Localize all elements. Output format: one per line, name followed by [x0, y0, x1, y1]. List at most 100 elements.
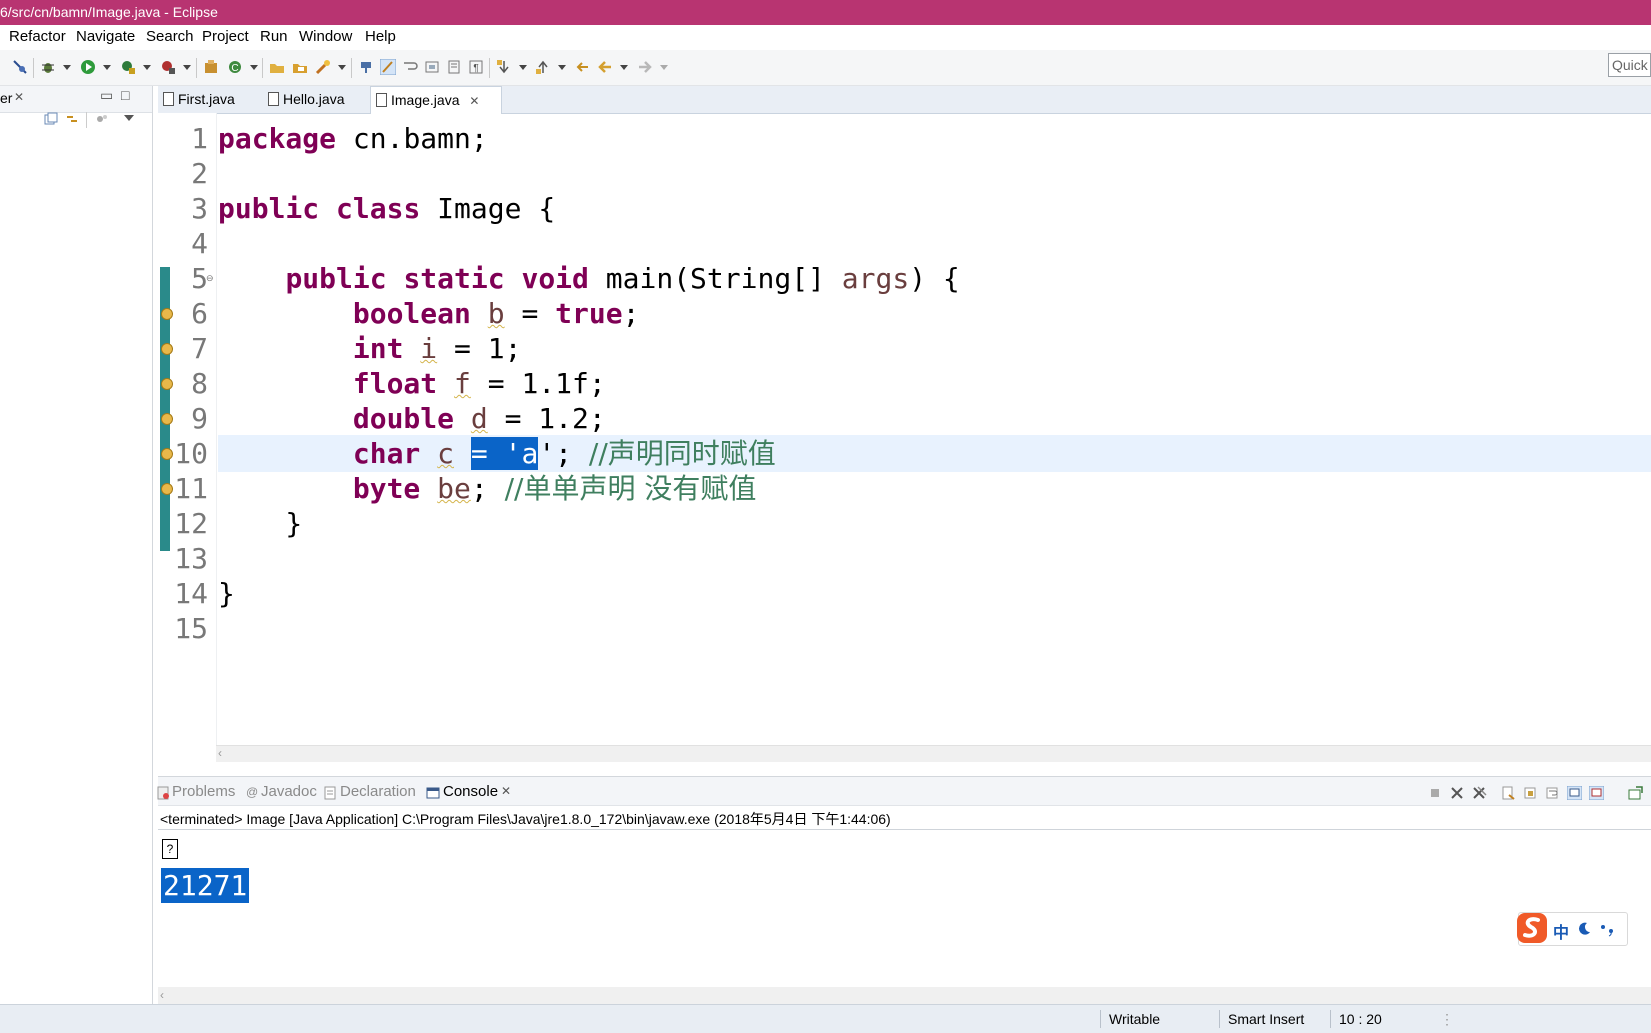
tab-javadoc[interactable]: Javadoc	[261, 783, 317, 800]
menu-project[interactable]: Project	[202, 28, 249, 45]
line-number: 15	[174, 612, 208, 645]
link-with-editor-icon[interactable]	[65, 112, 79, 126]
coverage-icon[interactable]	[120, 59, 136, 75]
fold-collapse-icon[interactable]: ⊖	[206, 273, 214, 284]
external-tools-icon[interactable]	[160, 59, 176, 75]
half-width-moon-icon[interactable]	[1576, 921, 1592, 937]
package-explorer-tab[interactable]: er	[0, 90, 12, 106]
editor-horizontal-scrollbar[interactable]: ‹	[216, 745, 1651, 762]
tab-problems[interactable]: Problems	[172, 783, 235, 800]
terminate-icon[interactable]	[1428, 786, 1443, 800]
sogou-logo-icon[interactable]	[1515, 911, 1549, 945]
next-annotation-dropdown-icon[interactable]	[519, 65, 527, 70]
quick-access-input[interactable]: Quick	[1608, 53, 1651, 77]
ime-mode-label[interactable]: 中	[1553, 919, 1569, 943]
debug-dropdown-icon[interactable]	[63, 65, 71, 70]
close-icon[interactable]: ✕	[14, 90, 24, 104]
code-text: = 1.2;	[487, 402, 606, 435]
menu-run[interactable]: Run	[260, 28, 288, 45]
forward-dropdown-icon[interactable]	[660, 65, 668, 70]
menu-search[interactable]: Search	[146, 28, 194, 45]
new-dropdown-icon[interactable]	[250, 65, 258, 70]
run-icon[interactable]	[80, 59, 96, 75]
problems-icon	[157, 786, 169, 800]
mark-occurrences-icon[interactable]	[380, 59, 396, 75]
next-annotation-icon[interactable]	[496, 59, 512, 75]
keyword: char	[352, 437, 421, 470]
editor-tab-image-java[interactable]: Image.java ✕	[370, 86, 502, 114]
keyword: void	[521, 262, 589, 295]
warning-icon[interactable]	[161, 308, 173, 320]
forward-icon[interactable]	[637, 59, 653, 75]
last-edit-location-icon[interactable]	[574, 59, 590, 75]
line-number: 9	[191, 402, 208, 435]
variable: i	[420, 332, 438, 365]
previous-annotation-dropdown-icon[interactable]	[558, 65, 566, 70]
menu-window[interactable]: Window	[299, 28, 352, 45]
search-tool-icon[interactable]	[315, 59, 331, 75]
menu-refactor[interactable]: Refactor	[9, 28, 66, 45]
warning-icon[interactable]	[161, 343, 173, 355]
show-whitespace-icon[interactable]	[446, 59, 462, 75]
variable: d	[470, 402, 488, 435]
warning-icon[interactable]	[161, 483, 173, 495]
view-menu-icon[interactable]	[124, 115, 134, 121]
menu-navigate[interactable]: Navigate	[76, 28, 135, 45]
skip-breakpoints-icon[interactable]	[12, 59, 28, 75]
editor-tab-hello-java[interactable]: Hello.java	[263, 86, 383, 113]
debug-icon[interactable]	[40, 59, 56, 75]
tab-declaration[interactable]: Declaration	[340, 783, 416, 800]
variable: c	[437, 437, 455, 470]
word-wrap-icon[interactable]	[402, 59, 418, 75]
block-selection-icon[interactable]	[424, 59, 440, 75]
open-task-icon[interactable]	[292, 59, 308, 75]
status-cursor-position[interactable]: 10 : 20	[1339, 1011, 1382, 1027]
toggle-ant-mark-icon[interactable]	[358, 59, 374, 75]
variable: be	[437, 472, 471, 505]
remove-all-terminated-icon[interactable]	[1472, 786, 1487, 800]
remove-launch-icon[interactable]	[1450, 786, 1465, 800]
status-insert-mode[interactable]: Smart Insert	[1228, 1011, 1304, 1027]
scroll-left-icon[interactable]: ‹	[160, 988, 164, 1002]
warning-icon[interactable]	[161, 448, 173, 460]
parameter: args	[841, 262, 910, 295]
previous-annotation-icon[interactable]	[535, 59, 551, 75]
back-icon[interactable]	[597, 59, 613, 75]
close-tab-icon[interactable]: ✕	[501, 784, 511, 798]
clear-console-icon[interactable]	[1501, 786, 1516, 800]
line-number: 7	[191, 332, 208, 365]
minimize-icon[interactable]: ▭	[100, 87, 113, 104]
punctuation-icon[interactable]	[1599, 921, 1619, 937]
maximize-icon[interactable]: □	[121, 87, 129, 103]
focus-task-icon[interactable]	[95, 112, 109, 126]
new-java-package-icon[interactable]	[203, 59, 219, 75]
open-console-icon[interactable]	[1628, 786, 1643, 800]
editor-tab-label: Image.java	[391, 92, 460, 108]
close-tab-icon[interactable]: ✕	[469, 88, 479, 115]
external-tools-dropdown-icon[interactable]	[183, 65, 191, 70]
new-java-class-icon[interactable]: C	[227, 59, 243, 75]
scroll-left-icon[interactable]: ‹	[218, 746, 222, 760]
scroll-lock-icon[interactable]	[1523, 786, 1538, 800]
code-area[interactable]: package cn.bamn; public class Image { pu…	[218, 113, 1651, 745]
console-horizontal-scrollbar[interactable]: ‹	[158, 987, 1651, 1005]
tab-console[interactable]: Console	[443, 783, 498, 800]
pilcrow-icon[interactable]: ¶	[468, 59, 484, 75]
search-dropdown-icon[interactable]	[338, 65, 346, 70]
back-dropdown-icon[interactable]	[620, 65, 628, 70]
status-writable: Writable	[1109, 1011, 1161, 1027]
warning-icon[interactable]	[161, 413, 173, 425]
open-type-icon[interactable]	[269, 59, 285, 75]
coverage-dropdown-icon[interactable]	[143, 65, 151, 70]
ime-toolbar[interactable]: 中	[1515, 911, 1628, 946]
show-console-on-output-icon[interactable]	[1567, 786, 1582, 800]
warning-icon[interactable]	[161, 378, 173, 390]
line-number: 1	[191, 122, 208, 155]
collapse-all-icon[interactable]	[44, 112, 58, 126]
editor-tab-first-java[interactable]: First.java	[158, 86, 276, 113]
show-console-on-error-icon[interactable]	[1589, 786, 1604, 800]
code-line: }	[218, 577, 235, 610]
word-wrap-console-icon[interactable]	[1545, 786, 1560, 800]
menu-help[interactable]: Help	[365, 28, 396, 45]
run-dropdown-icon[interactable]	[103, 65, 111, 70]
